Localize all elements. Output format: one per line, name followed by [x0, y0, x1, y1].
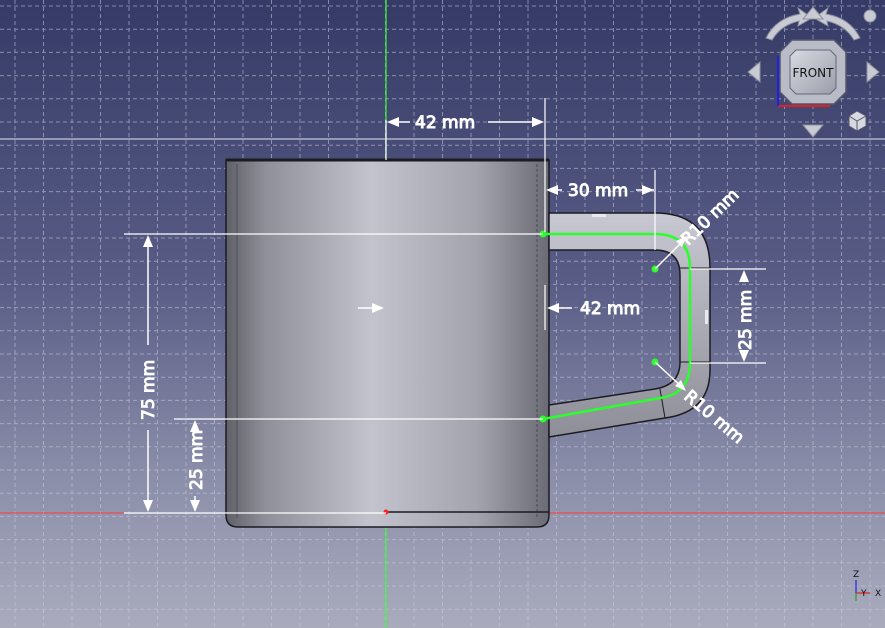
axis-label-x: X [875, 589, 881, 599]
dimension-inner-width-label: 42 mm [580, 299, 640, 319]
dimension-upper-radius-label: R10 mm [678, 185, 744, 249]
3d-viewport[interactable]: 42 mm 30 mm 42 mm 75 mm 25 mm 25 mm R10 … [0, 0, 885, 628]
dimension-height-label: 75 mm [139, 360, 159, 420]
navigation-cube[interactable]: FRONT [747, 6, 880, 138]
rotate-right-icon[interactable] [813, 6, 861, 41]
arrow-up-icon[interactable] [801, 6, 825, 20]
arrow-down-icon[interactable] [801, 124, 825, 138]
dimension-lower-radius-label: R10 mm [680, 387, 748, 449]
sketch-origin-point[interactable] [383, 509, 389, 515]
mug-body[interactable] [225, 158, 550, 528]
axis-label-y: Y [860, 589, 867, 599]
arrow-right-icon[interactable] [866, 60, 880, 84]
view-menu-cube-icon[interactable] [848, 110, 867, 132]
dimension-bottom-offset-label: 25 mm [187, 430, 207, 490]
arrow-left-icon[interactable] [747, 60, 761, 84]
axis-label-z: Z [853, 570, 859, 580]
dimension-handle-offset-label: 30 mm [568, 181, 628, 201]
menu-circle-icon[interactable] [863, 9, 877, 23]
dimension-top-width-label: 42 mm [415, 113, 475, 133]
navigation-cube-face-label: FRONT [793, 66, 835, 80]
rotate-left-icon[interactable] [765, 6, 813, 41]
dimension-handle-span-label: 25 mm [736, 290, 756, 350]
